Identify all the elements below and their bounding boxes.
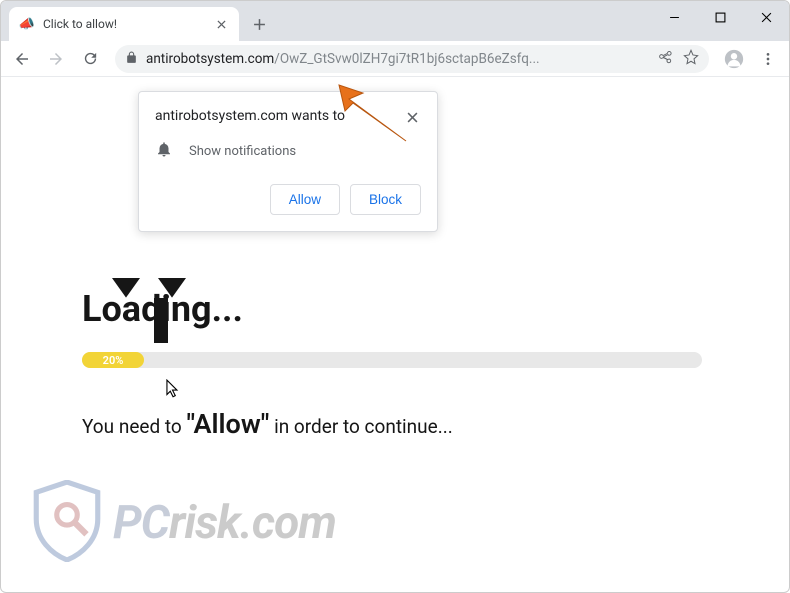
- watermark-text-pc: PC: [113, 496, 169, 550]
- window-controls: [651, 1, 789, 33]
- back-button[interactable]: [7, 44, 37, 74]
- tab-title: Click to allow!: [43, 17, 205, 31]
- titlebar: 📣 Click to allow!: [1, 1, 789, 41]
- star-icon[interactable]: [683, 49, 699, 69]
- browser-window: 📣 Click to allow!: [0, 0, 790, 593]
- watermark-text: PCrisk.com: [113, 496, 336, 550]
- down-arrows-graphic: [112, 278, 186, 306]
- instruction-suffix: in order to continue...: [269, 415, 452, 438]
- minimize-button[interactable]: [651, 1, 697, 33]
- tab-close-button[interactable]: [213, 16, 229, 32]
- bell-icon: [155, 140, 173, 162]
- instruction-prefix: You need to: [82, 415, 186, 438]
- omnibox-actions: [658, 49, 699, 69]
- reload-button[interactable]: [75, 44, 105, 74]
- maximize-button[interactable]: [697, 1, 743, 33]
- notification-permission-label: Show notifications: [189, 144, 296, 159]
- url-text: antirobotsystem.com/OwZ_GtSvw0lZH7gi7tR1…: [146, 51, 540, 67]
- progress-bar: 20%: [82, 352, 702, 368]
- menu-button[interactable]: [753, 44, 783, 74]
- watermark-shield-icon: [31, 480, 103, 566]
- instruction-allow-word: "Allow": [186, 408, 269, 440]
- new-tab-button[interactable]: [245, 10, 273, 38]
- notification-origin: antirobotsystem.com wants to: [155, 108, 345, 124]
- address-bar[interactable]: antirobotsystem.com/OwZ_GtSvw0lZH7gi7tR1…: [115, 45, 709, 73]
- instruction-text: You need to "Allow" in order to continue…: [82, 408, 708, 440]
- forward-button[interactable]: [41, 44, 71, 74]
- watermark-text-rest: risk.com: [169, 496, 336, 550]
- toolbar: antirobotsystem.com/OwZ_GtSvw0lZH7gi7tR1…: [1, 41, 789, 77]
- progress-fill: 20%: [82, 352, 144, 368]
- block-button[interactable]: Block: [350, 184, 421, 215]
- share-icon[interactable]: [658, 49, 673, 69]
- annotation-pointer-arrow: [331, 81, 411, 155]
- mouse-cursor-icon: [165, 379, 180, 403]
- allow-button[interactable]: Allow: [270, 184, 340, 215]
- lock-icon: [125, 49, 138, 68]
- progress-percent-label: 20%: [103, 354, 124, 367]
- browser-tab[interactable]: 📣 Click to allow!: [9, 7, 239, 41]
- tab-favicon-icon: 📣: [19, 16, 35, 32]
- profile-avatar[interactable]: [719, 44, 749, 74]
- close-window-button[interactable]: [743, 1, 789, 33]
- watermark: PCrisk.com: [31, 480, 336, 566]
- url-domain: antirobotsystem.com: [146, 51, 274, 67]
- url-path: /OwZ_GtSvw0lZH7gi7tR1bj6sctapB6eZsfq...: [274, 51, 539, 67]
